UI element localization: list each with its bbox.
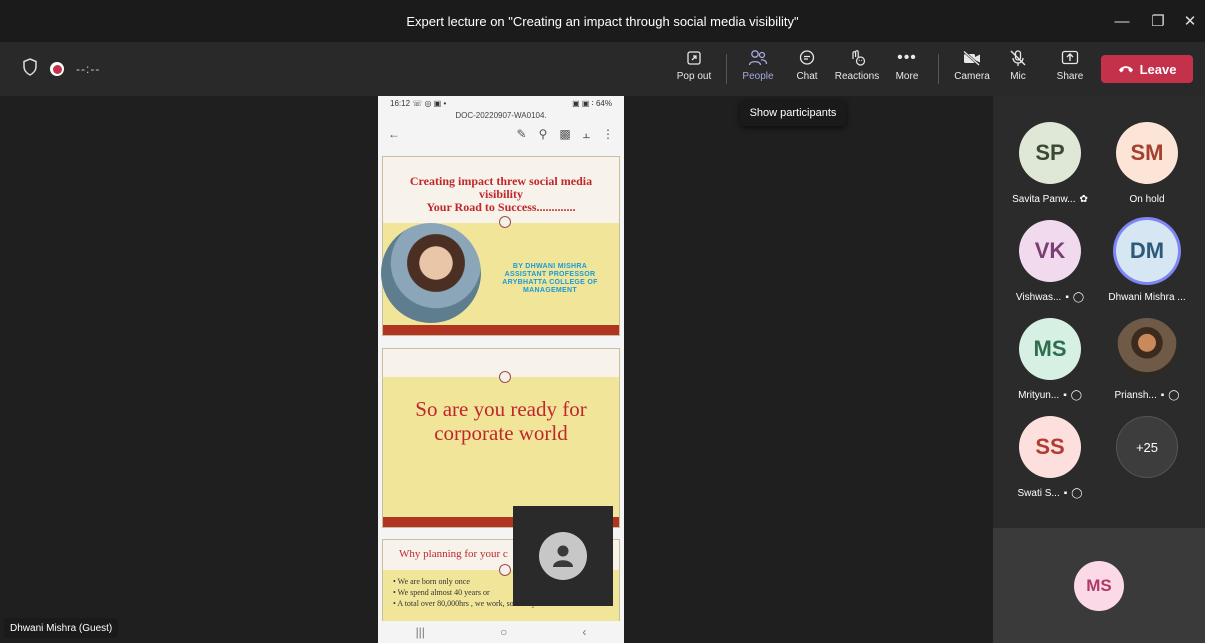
record-icon	[50, 62, 64, 76]
more-icon: •••	[897, 49, 917, 66]
self-view-tile[interactable]	[513, 506, 613, 606]
title-bar: Expert lecture on "Creating an impact th…	[0, 0, 1205, 42]
meeting-title: Expert lecture on "Creating an impact th…	[406, 13, 799, 29]
avatar: VK	[1019, 220, 1081, 282]
person-icon	[539, 532, 587, 580]
people-icon	[748, 48, 768, 68]
slide-1: Creating impact threw social media visib…	[381, 156, 620, 336]
phone-hangup-icon	[1118, 62, 1134, 77]
chat-icon	[798, 48, 816, 68]
slide-footer-bar	[383, 325, 619, 335]
toolbar-divider	[726, 54, 727, 84]
slide-handle	[499, 371, 511, 383]
slide-2: So are you ready for corporate world	[382, 348, 620, 528]
avatar: SM	[1116, 122, 1178, 184]
reactions-button[interactable]: Reactions	[834, 48, 880, 92]
slide-handle	[499, 216, 511, 228]
back-arrow-icon: ←	[388, 127, 400, 141]
camera-off-icon	[962, 48, 982, 68]
spotlight-tile[interactable]: MS	[993, 528, 1205, 643]
document-toolbar: ← ✎ ⚲ ▩ ⫠ ⋮	[378, 120, 624, 148]
reactions-icon	[848, 48, 866, 68]
mic-icon: ◯	[1071, 488, 1083, 499]
camera-button[interactable]: Camera	[952, 48, 992, 92]
participant-tile[interactable]: Priansh... ▪ ◯	[1098, 318, 1196, 416]
camera-off-icon: ▪	[1160, 390, 1165, 401]
share-button[interactable]: Share	[1054, 48, 1086, 92]
document-name: DOC-20220907-WA0104.	[455, 111, 547, 120]
phone-nav-bar: ||| ○ ‹	[378, 621, 624, 643]
recents-icon: |||	[415, 625, 425, 639]
presenter-name-badge: Dhwani Mishra (Guest)	[4, 618, 119, 638]
participant-tile[interactable]: SP Savita Panw... ✿	[1001, 122, 1099, 220]
kebab-menu-icon: ⋮	[602, 127, 614, 141]
presenter-photo	[381, 223, 481, 323]
more-participants-button[interactable]: +25	[1098, 416, 1196, 514]
people-button[interactable]: People	[738, 48, 778, 92]
maximize-icon[interactable]: ❐	[1140, 0, 1176, 42]
mic-off-icon	[1009, 48, 1027, 68]
participant-tile[interactable]: SM On hold	[1098, 122, 1196, 220]
mic-button[interactable]: Mic	[1004, 48, 1032, 92]
avatar: SP	[1019, 122, 1081, 184]
chat-button[interactable]: Chat	[790, 48, 824, 92]
slide-handle	[499, 564, 511, 576]
more-button[interactable]: ••• More	[890, 48, 924, 92]
minimize-icon[interactable]: —	[1104, 0, 1140, 42]
pop-out-button[interactable]: Pop out	[675, 48, 713, 92]
avatar: SS	[1019, 416, 1081, 478]
close-icon[interactable]: ✕	[1172, 0, 1205, 42]
mic-icon: ◯	[1070, 390, 1082, 401]
participant-tile[interactable]: VK Vishwas... ▪ ◯	[1001, 220, 1099, 318]
search-icon: ⚲	[538, 127, 548, 141]
people-tooltip: Show participants	[740, 100, 846, 126]
camera-off-icon: ▪	[1065, 292, 1069, 303]
avatar-photo	[1116, 318, 1178, 380]
pencil-icon: ✎	[516, 127, 527, 141]
share-alt-icon: ⫠	[582, 126, 590, 141]
phone-status-bar: 16:12 ☏ ◎ ▣ • ▣ ▣ ∶ 64%	[390, 99, 612, 108]
shield-icon[interactable]	[22, 57, 38, 81]
participant-tile[interactable]: DM Dhwani Mishra ...	[1098, 220, 1196, 318]
toolbar-divider	[938, 54, 939, 84]
leave-button[interactable]: Leave	[1101, 55, 1193, 83]
slide-1-title: Creating impact threw social media visib…	[383, 157, 619, 223]
slide-1-byline: BY DHWANI MISHRA ASSISTANT PROFESSOR ARY…	[502, 263, 598, 294]
camera-off-icon: ▪	[1063, 390, 1067, 401]
meeting-timer: --:--	[76, 62, 101, 76]
overflow-count: +25	[1116, 416, 1178, 478]
participant-tile[interactable]: MS Mrityun... ▪ ◯	[1001, 318, 1099, 416]
mic-icon: ◯	[1072, 292, 1085, 303]
meeting-toolbar: --:-- Pop out People Chat Reactions ••• …	[0, 42, 1205, 96]
avatar: DM	[1116, 220, 1178, 282]
slide-2-text: So are you ready for corporate world	[383, 377, 619, 517]
participant-tile[interactable]: SS Swati S... ▪ ◯	[1001, 416, 1099, 514]
present-icon: ▩	[559, 127, 571, 141]
avatar: MS	[1074, 560, 1124, 611]
share-icon	[1061, 48, 1079, 68]
mic-off-icon: ✿	[1079, 194, 1088, 205]
popout-icon	[686, 48, 702, 68]
mic-icon: ◯	[1168, 390, 1180, 401]
participants-gallery: SP Savita Panw... ✿ SM On hold VK Vishwas…	[993, 96, 1205, 528]
avatar: MS	[1019, 318, 1081, 380]
home-icon: ○	[500, 625, 508, 639]
camera-off-icon: ▪	[1063, 488, 1068, 499]
back-icon: ‹	[582, 625, 587, 639]
